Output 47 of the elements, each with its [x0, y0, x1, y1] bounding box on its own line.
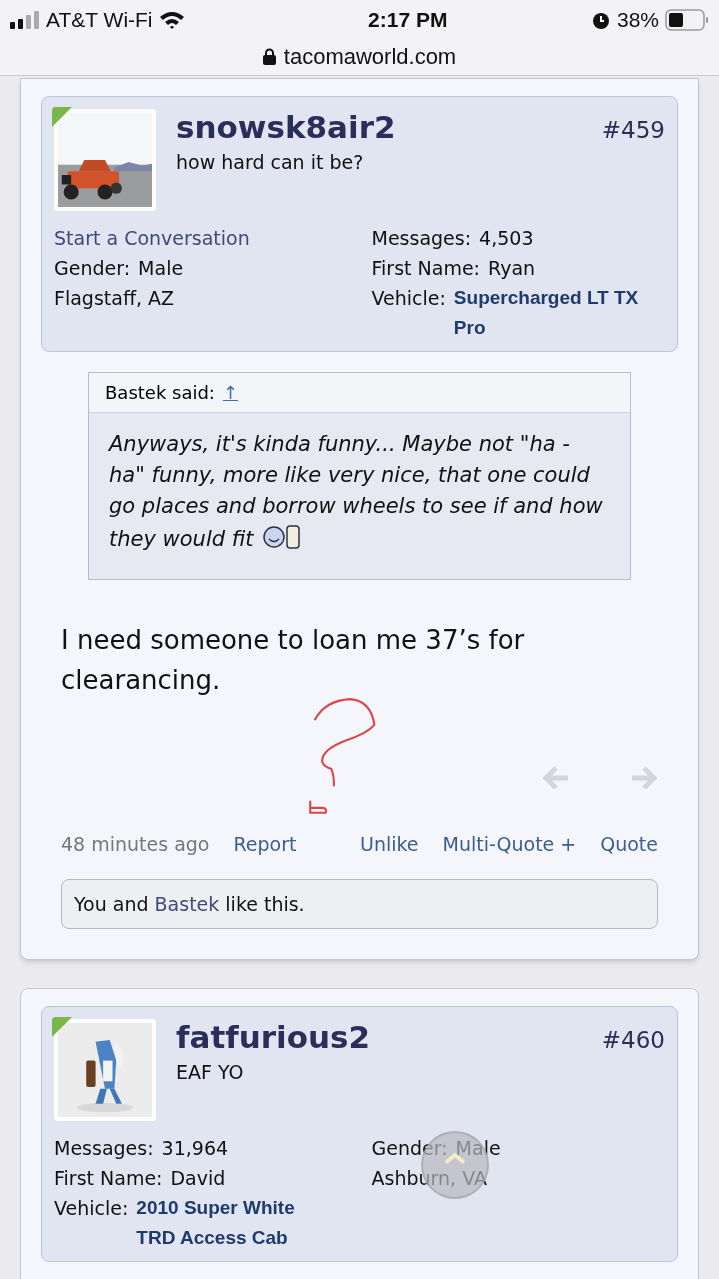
username[interactable]: snowsk8air2: [176, 109, 396, 145]
jump-to-quote-link[interactable]: ↑: [222, 379, 239, 406]
clock-time: 2:17 PM: [368, 7, 448, 34]
field-label: Vehicle:: [54, 1196, 129, 1221]
alarm-icon: [590, 10, 611, 30]
field-label: Messages:: [371, 226, 472, 251]
post-number[interactable]: #459: [601, 109, 665, 148]
field-label: Gender:: [54, 256, 131, 281]
field-label: Messages:: [54, 1136, 154, 1161]
user-title: EAF YO: [176, 1059, 245, 1085]
previous-arrow-icon[interactable]: [542, 765, 570, 791]
vehicle-link[interactable]: Supercharged LT TX Pro: [453, 283, 649, 343]
username[interactable]: fatfurious2: [176, 1019, 371, 1055]
field-label: Gender:: [371, 1136, 448, 1161]
next-arrow-icon[interactable]: [630, 765, 658, 791]
vehicle-link[interactable]: 2010 Super White TRD Access Cab: [136, 1193, 332, 1253]
field-value: David: [170, 1166, 226, 1191]
battery-icon: [665, 9, 709, 31]
field-value: Ryan: [488, 256, 536, 281]
quote-author: Bastek said:: [105, 381, 215, 405]
field-label: First Name:: [371, 256, 480, 281]
signal-icon: [10, 11, 40, 29]
address-url[interactable]: tacomaworld.com: [283, 40, 457, 73]
field-label: First Name:: [54, 1166, 163, 1191]
likes-summary: You and Bastek like this.: [74, 892, 305, 915]
wifi-icon: [158, 10, 185, 30]
field-value: Male: [455, 1136, 501, 1161]
report-link[interactable]: Report: [233, 830, 297, 859]
post-number[interactable]: #460: [601, 1019, 665, 1058]
carrier-label: AT&T Wi-Fi: [46, 7, 153, 34]
post-message: I need someone to loan me 37’s for clearancing.: [60, 624, 526, 697]
user-title: how hard can it be?: [176, 149, 365, 175]
field-value: Male: [138, 256, 184, 281]
post-action-link[interactable]: Multi-Quote +: [442, 830, 577, 859]
quote-text: Anyways, it's kinda funny... Maybe not "ha - ha" funny, more like very nice, that one could go places and borrow wheels to see if and how they would fit: [107, 431, 604, 553]
location-text: Flagstaff, AZ: [54, 286, 175, 311]
lock-icon: [262, 48, 276, 65]
post-action-link[interactable]: Unlike: [360, 830, 419, 859]
field-value: 4,503: [479, 226, 534, 251]
field-value: 31,964: [161, 1136, 229, 1161]
post-time[interactable]: 48 minutes ago: [61, 830, 210, 859]
user-link[interactable]: Bastek: [154, 892, 220, 915]
battery-percent: 38%: [616, 7, 659, 34]
location-text: Ashburn, VA: [371, 1166, 487, 1191]
field-label: Vehicle:: [371, 286, 446, 311]
start-conversation-link[interactable]: Start a Conversation: [54, 223, 360, 253]
post-action-link[interactable]: Quote: [600, 830, 658, 859]
